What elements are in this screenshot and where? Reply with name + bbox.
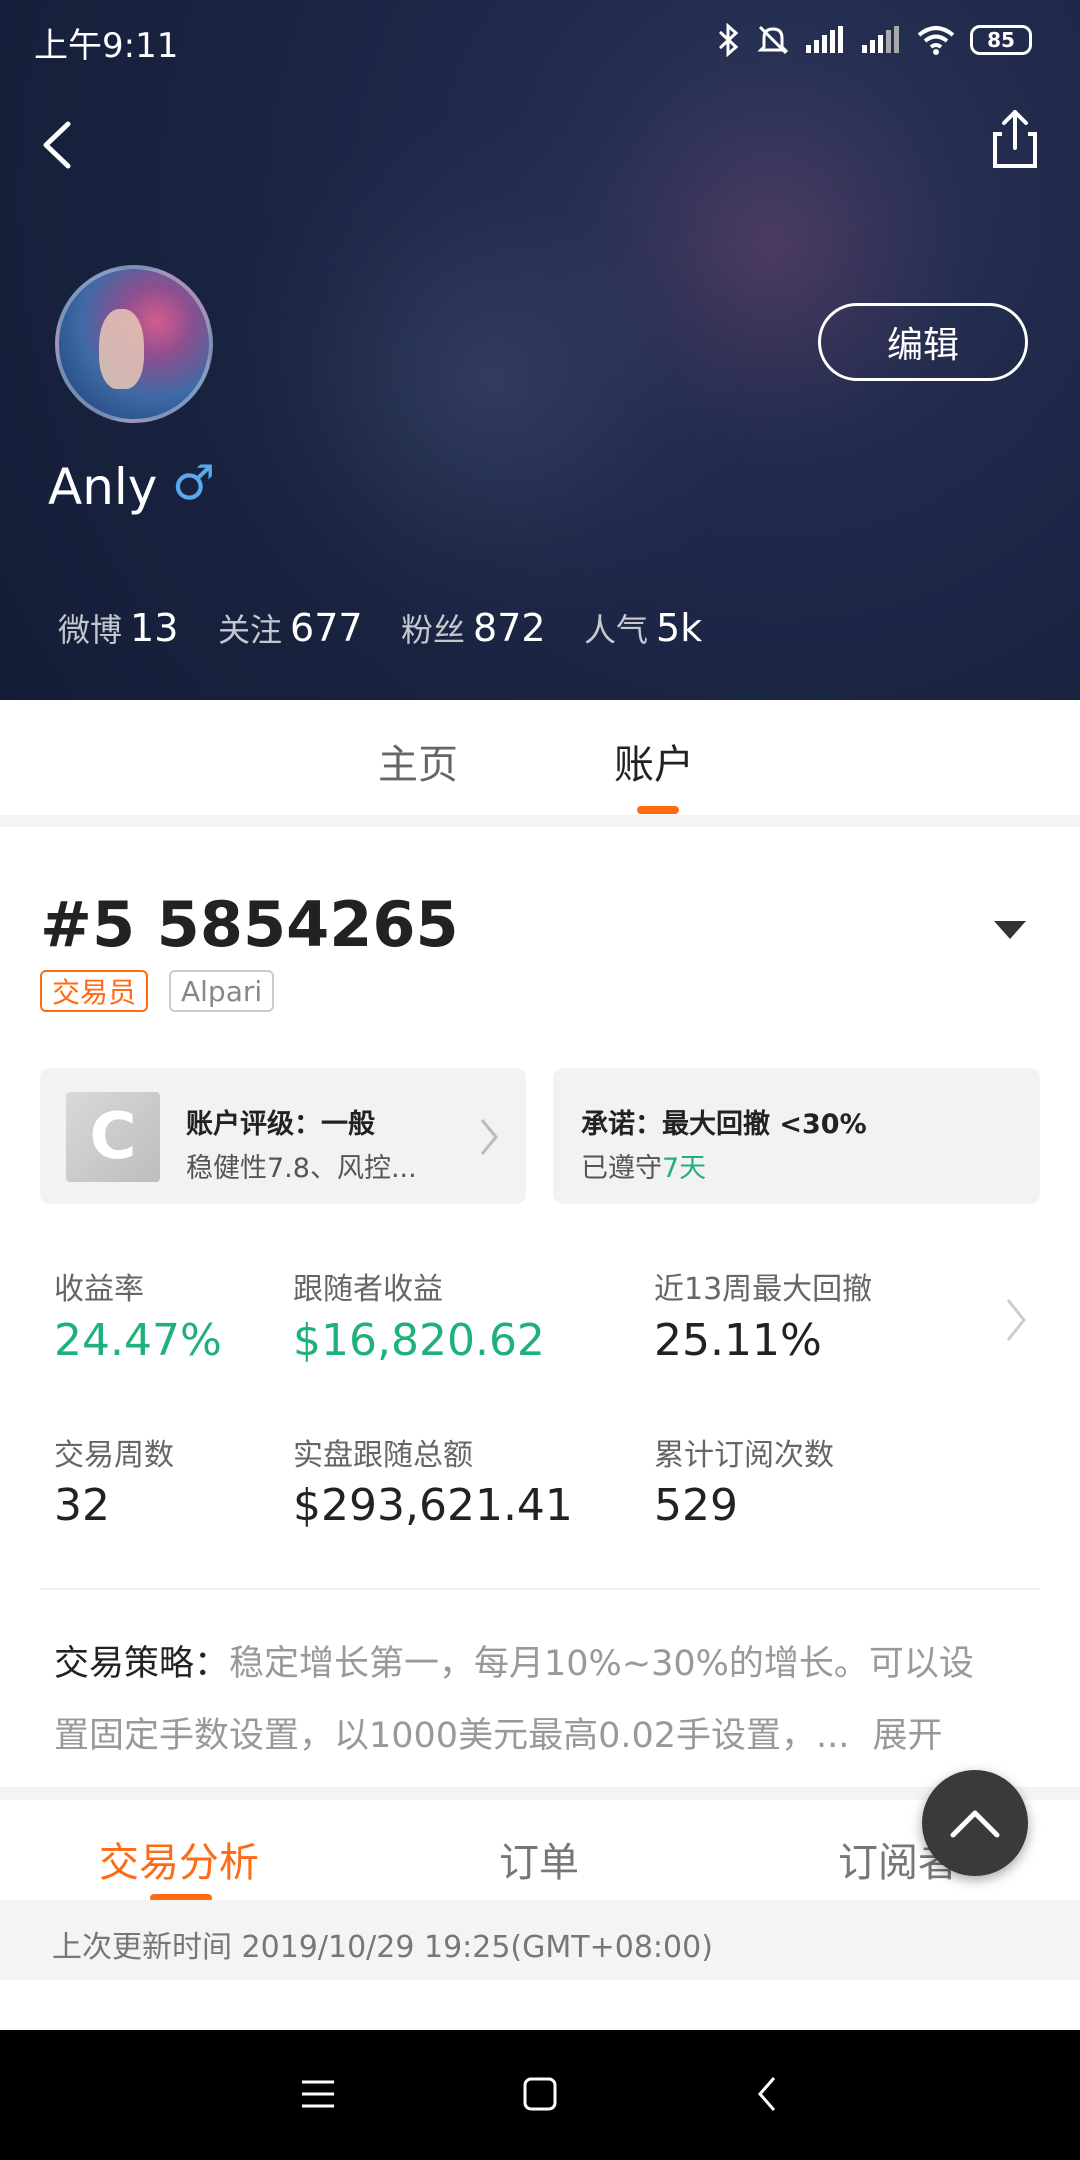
- account-id: #5 5854265: [40, 888, 459, 961]
- stat-label: 关注: [218, 611, 283, 649]
- scroll-top-button[interactable]: [922, 1770, 1028, 1876]
- back-icon[interactable]: [748, 2074, 788, 2114]
- metric-value-trade-weeks: 32: [54, 1480, 110, 1531]
- profile-tabs: 主页 账户: [0, 700, 1080, 815]
- metric-label-subscriptions: 累计订阅次数: [654, 1438, 834, 1473]
- stat-value: 677: [290, 606, 363, 650]
- edit-button[interactable]: 编辑: [818, 303, 1028, 381]
- strategy-text-line2: 置固定手数设置，以1000美元最高0.02手设置，...: [54, 1716, 850, 1756]
- last-updated-text: 上次更新时间 2019/10/29 19:25(GMT+08:00): [52, 1930, 713, 1965]
- metric-value-follower-profit: $16,820.62: [293, 1315, 545, 1366]
- update-info: 上次更新时间 2019/10/29 19:25(GMT+08:00): [0, 1900, 1080, 1980]
- metric-label-trade-weeks: 交易周数: [54, 1438, 174, 1473]
- mute-bell-icon: [757, 25, 789, 55]
- divider: [40, 1588, 1040, 1590]
- promise-title: 承诺：最大回撤 <30%: [581, 1109, 867, 1140]
- status-icons: 85: [716, 20, 1046, 60]
- stat-label: 人气: [584, 611, 649, 649]
- metric-value-live-follow-total: $293,621.41: [293, 1480, 573, 1531]
- battery-icon: 85: [970, 25, 1032, 55]
- stat-following[interactable]: 关注 677: [218, 605, 363, 651]
- stat-value: 872: [473, 606, 546, 650]
- expand-link[interactable]: 展开: [873, 1716, 943, 1756]
- wifi-icon: [917, 26, 955, 55]
- tab-active-indicator: [637, 806, 679, 814]
- stat-popularity: 人气 5k: [584, 605, 702, 651]
- stat-label: 粉丝: [401, 611, 466, 649]
- signal-icon: [806, 26, 843, 53]
- metric-value-subscriptions: 529: [654, 1480, 738, 1531]
- back-button[interactable]: [30, 110, 90, 180]
- metric-value-return: 24.47%: [54, 1315, 222, 1366]
- strategy-label: 交易策略：: [54, 1644, 230, 1684]
- home-icon[interactable]: [520, 2074, 560, 2114]
- metrics-more-button[interactable]: [996, 1290, 1036, 1350]
- menu-icon[interactable]: [298, 2074, 338, 2114]
- caret-down-icon: [994, 921, 1026, 939]
- promise-kept-days: 7天: [662, 1153, 707, 1184]
- battery-level: 85: [987, 28, 1015, 52]
- stat-value: 13: [130, 606, 179, 650]
- strategy-text-line1: 稳定增长第一，每月10%~30%的增长。可以设: [229, 1644, 974, 1684]
- tab-home[interactable]: 主页: [378, 732, 458, 790]
- signal-icon-2: [862, 26, 899, 53]
- tab-orders[interactable]: 订单: [499, 1830, 579, 1888]
- rating-title: 账户评级：一般: [186, 1109, 375, 1140]
- chevron-right-icon: [480, 1119, 498, 1155]
- account-rating-card[interactable]: C 账户评级：一般 稳健性7.8、风控...: [40, 1068, 526, 1204]
- system-nav-bar: [0, 2030, 1080, 2160]
- rating-detail: 稳健性7.8、风控...: [186, 1153, 417, 1184]
- stat-label: 微博: [58, 611, 123, 649]
- rating-grade-badge: C: [66, 1092, 160, 1182]
- metric-label-live-follow-total: 实盘跟随总额: [293, 1438, 473, 1473]
- promise-card: 承诺：最大回撤 <30% 已遵守7天: [553, 1068, 1040, 1204]
- tab-account[interactable]: 账户: [614, 732, 694, 790]
- analysis-tabs: 交易分析 订单 订阅者: [0, 1800, 1080, 1902]
- promise-kept: 已遵守7天: [581, 1146, 706, 1185]
- back-arrow-icon: [43, 121, 71, 169]
- status-time: 上午9:11: [34, 26, 179, 66]
- stat-value: 5k: [656, 606, 703, 650]
- tab-trade-analysis[interactable]: 交易分析: [99, 1830, 259, 1888]
- chevron-up-icon: [950, 1810, 1000, 1838]
- metric-label-follower-profit: 跟随者收益: [293, 1272, 443, 1307]
- metric-label-return: 收益率: [54, 1272, 144, 1307]
- promise-kept-prefix: 已遵守: [581, 1153, 662, 1184]
- male-gender-icon: ♂: [172, 455, 216, 511]
- account-dropdown[interactable]: [990, 915, 1030, 945]
- bluetooth-icon: [718, 23, 739, 57]
- profile-name: Anly: [48, 458, 158, 516]
- trader-badge: 交易员: [40, 970, 149, 1012]
- stat-fans[interactable]: 粉丝 872: [401, 605, 546, 651]
- content-area: [0, 1980, 1080, 2030]
- chevron-right-icon: [1006, 1299, 1026, 1341]
- metric-value-max-drawdown: 25.11%: [654, 1315, 822, 1366]
- stat-weibo[interactable]: 微博 13: [58, 605, 178, 651]
- metric-label-max-drawdown: 近13周最大回撤: [654, 1272, 873, 1307]
- trading-strategy: 交易策略：稳定增长第一，每月10%~30%的增长。可以设 置固定手数设置，以10…: [54, 1628, 1044, 1772]
- share-icon: [993, 110, 1037, 168]
- broker-badge: Alpari: [169, 970, 275, 1012]
- avatar[interactable]: [55, 265, 213, 423]
- share-button[interactable]: [985, 104, 1045, 174]
